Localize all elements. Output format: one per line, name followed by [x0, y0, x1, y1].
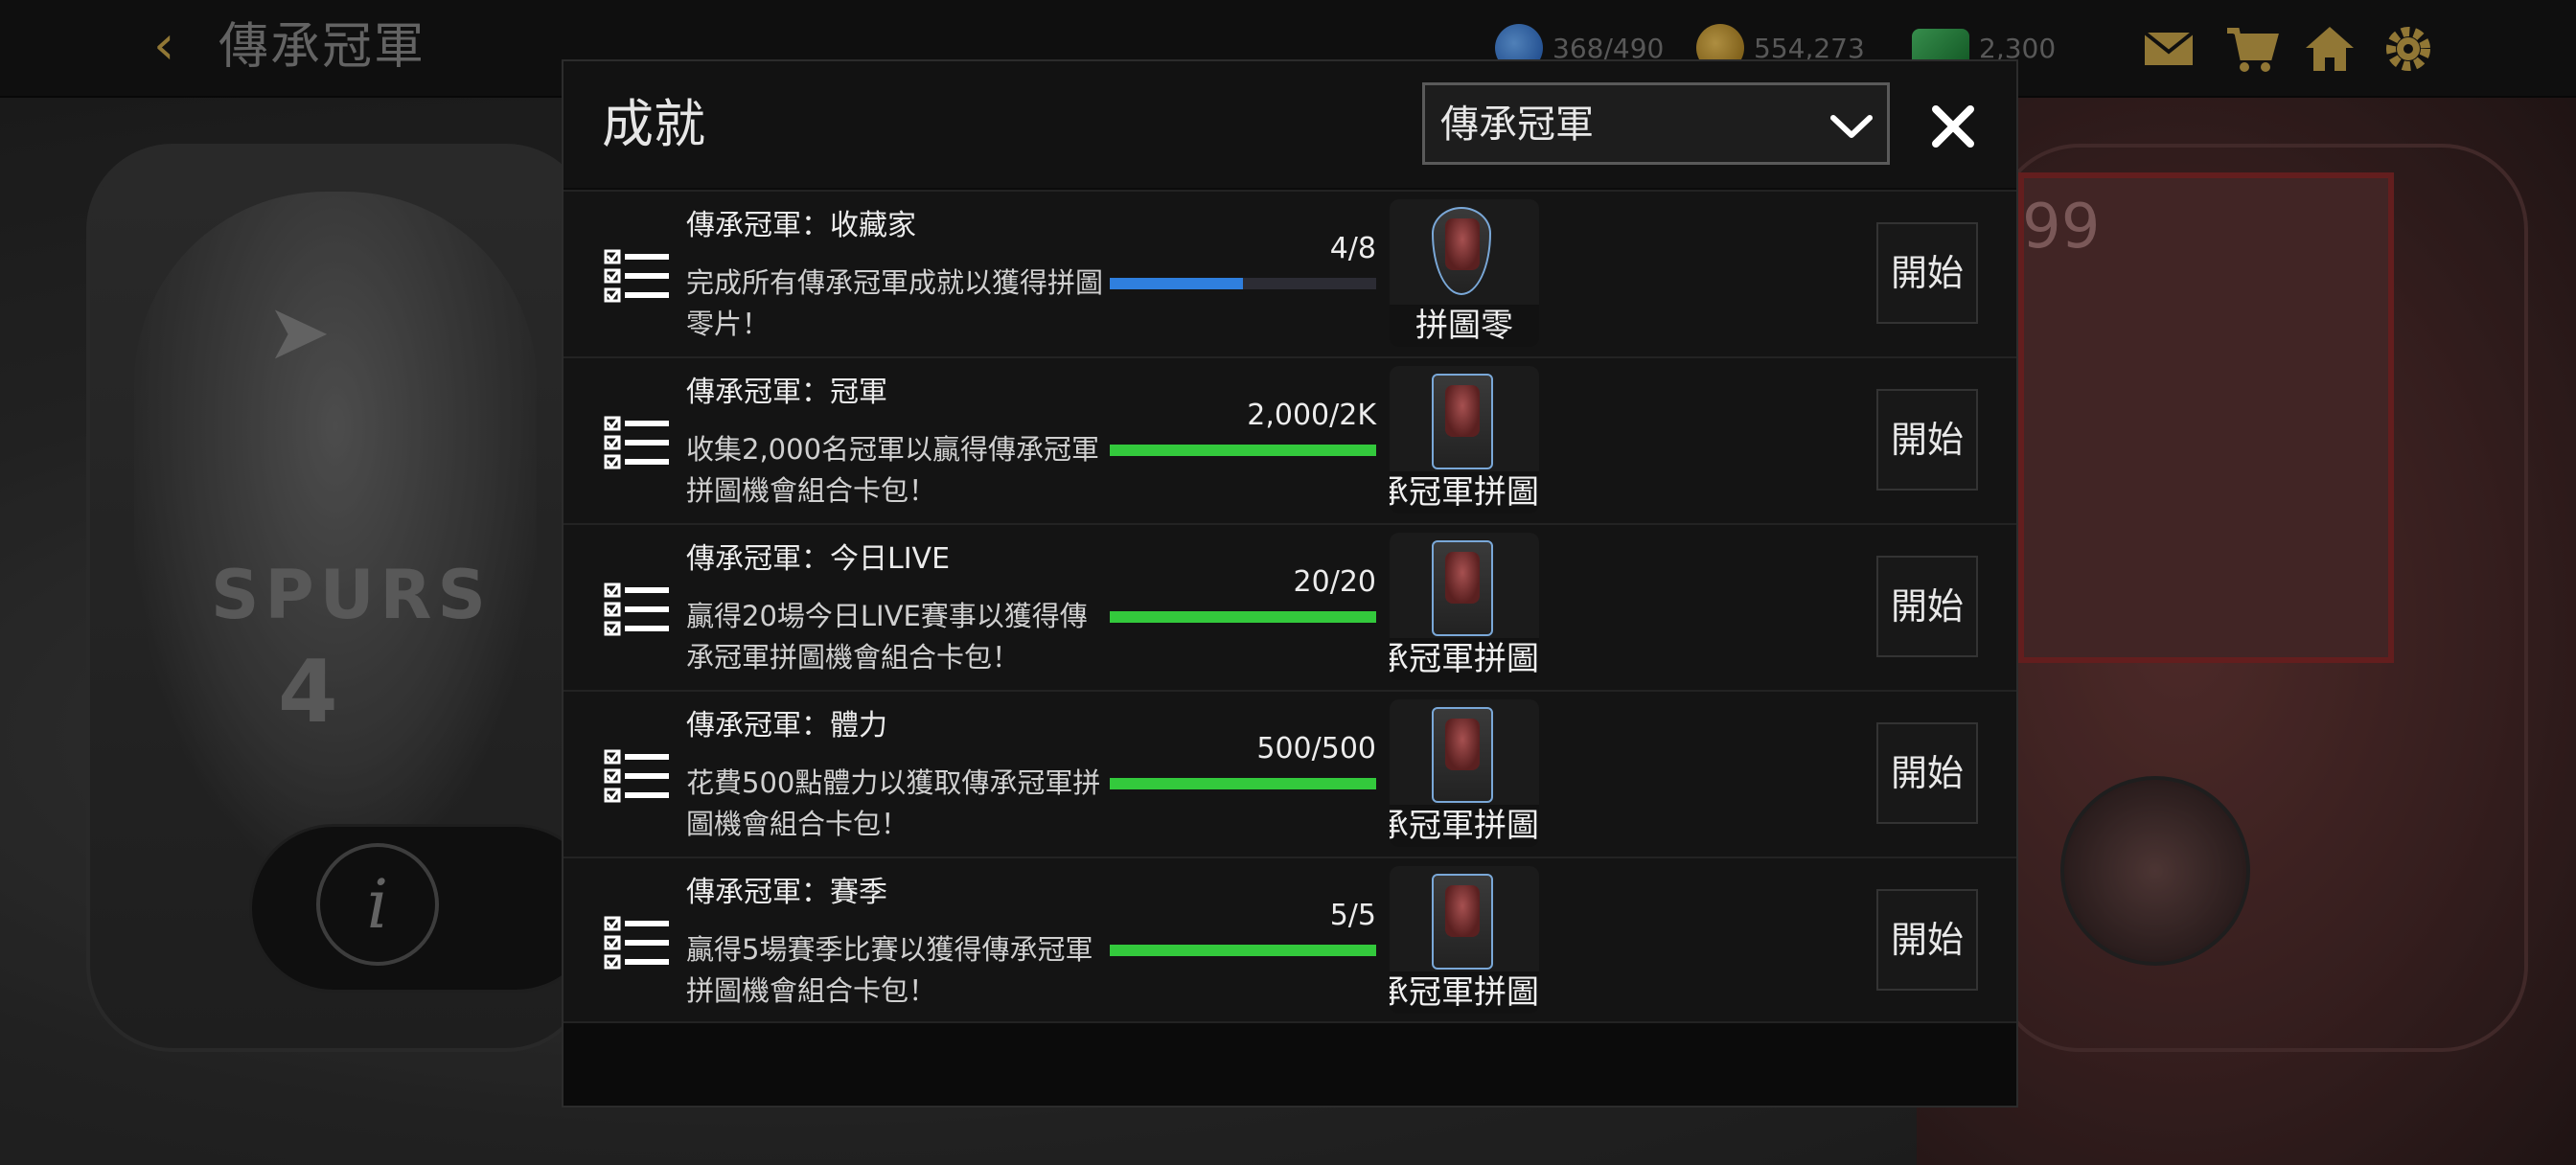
- modal-footer: [564, 1021, 2016, 1106]
- achievement-row: 傳承冠軍：冠軍 收集2,000名冠軍以贏得傳承冠軍拼圖機會組合卡包！ 2,000…: [564, 356, 2016, 523]
- achievement-title: 傳承冠軍：收藏家: [686, 209, 916, 242]
- achievement-description: 花費500點體力以獲取傳承冠軍拼圖機會組合卡包！: [686, 766, 1101, 840]
- progress-bar-fill: [1110, 945, 1376, 956]
- reward-label: 承冠軍拼圖: [1390, 638, 1539, 680]
- category-dropdown[interactable]: 傳承冠軍: [1422, 82, 1890, 165]
- progress-count: 4/8: [1329, 232, 1376, 265]
- progress-bar: [1110, 778, 1376, 789]
- achievements-modal: 成就 傳承冠軍 傳承冠軍：收藏家 完成所有傳承冠軍成就以獲得拼圖零片！ 4/8: [562, 59, 2018, 1108]
- reward-label: 拼圖零: [1390, 305, 1539, 347]
- puzzle-piece-icon: [1432, 207, 1491, 295]
- achievement-title: 傳承冠軍：冠軍: [686, 376, 887, 409]
- achievement-title: 傳承冠軍：體力: [686, 709, 887, 742]
- progress-bar: [1110, 278, 1376, 289]
- progress-bar: [1110, 445, 1376, 456]
- achievement-description: 贏得20場今日LIVE賽事以獲得傳承冠軍拼圖機會組合卡包！: [686, 600, 1088, 674]
- reward-item[interactable]: 承冠軍拼圖: [1390, 699, 1539, 847]
- reward-item[interactable]: 承冠軍拼圖: [1390, 366, 1539, 514]
- achievement-row: 傳承冠軍：賽季 贏得5場賽季比賽以獲得傳承冠軍拼圖機會組合卡包！ 5/5 承冠軍…: [564, 857, 2016, 1023]
- start-button[interactable]: 開始: [1876, 389, 1978, 491]
- reward-item[interactable]: 承冠軍拼圖: [1390, 533, 1539, 680]
- progress-bar-fill: [1110, 278, 1243, 289]
- start-button[interactable]: 開始: [1876, 222, 1978, 324]
- card-pack-icon: [1432, 707, 1493, 803]
- progress-count: 2,000/2K: [1247, 399, 1376, 432]
- checklist-icon: [604, 249, 669, 303]
- reward-item[interactable]: 拼圖零: [1390, 199, 1539, 347]
- progress-bar: [1110, 611, 1376, 623]
- chevron-down-icon: [1830, 115, 1873, 138]
- checklist-icon: [604, 749, 669, 803]
- checklist-icon: [604, 916, 669, 970]
- reward-label: 承冠軍拼圖: [1390, 471, 1539, 514]
- achievement-row: 傳承冠軍：體力 花費500點體力以獲取傳承冠軍拼圖機會組合卡包！ 500/500…: [564, 690, 2016, 857]
- progress-bar-fill: [1110, 778, 1376, 789]
- checklist-icon: [604, 582, 669, 636]
- start-button[interactable]: 開始: [1876, 556, 1978, 657]
- progress-bar-fill: [1110, 445, 1376, 456]
- card-pack-icon: [1432, 540, 1493, 636]
- card-pack-icon: [1432, 374, 1493, 469]
- modal-header: 成就 傳承冠軍: [564, 61, 2016, 188]
- achievement-row: 傳承冠軍：收藏家 完成所有傳承冠軍成就以獲得拼圖零片！ 4/8 拼圖零 開始: [564, 190, 2016, 356]
- progress-count: 20/20: [1293, 565, 1376, 599]
- achievement-description: 完成所有傳承冠軍成就以獲得拼圖零片！: [686, 266, 1104, 340]
- checklist-icon: [604, 416, 669, 469]
- reward-label: 承冠軍拼圖: [1390, 971, 1539, 1014]
- dropdown-value: 傳承冠軍: [1440, 103, 1594, 147]
- progress-bar: [1110, 945, 1376, 956]
- achievement-title: 傳承冠軍：賽季: [686, 876, 887, 909]
- achievement-description: 贏得5場賽季比賽以獲得傳承冠軍拼圖機會組合卡包！: [686, 933, 1093, 1007]
- card-pack-icon: [1432, 874, 1493, 970]
- progress-bar-fill: [1110, 611, 1376, 623]
- achievement-description: 收集2,000名冠軍以贏得傳承冠軍拼圖機會組合卡包！: [686, 433, 1100, 507]
- progress-count: 5/5: [1329, 899, 1376, 932]
- modal-title: 成就: [602, 94, 705, 154]
- achievement-row: 傳承冠軍：今日LIVE 贏得20場今日LIVE賽事以獲得傳承冠軍拼圖機會組合卡包…: [564, 523, 2016, 690]
- close-icon[interactable]: [1924, 98, 1982, 155]
- start-button[interactable]: 開始: [1876, 889, 1978, 991]
- start-button[interactable]: 開始: [1876, 722, 1978, 824]
- reward-label: 承冠軍拼圖: [1390, 805, 1539, 847]
- achievement-title: 傳承冠軍：今日LIVE: [686, 542, 951, 576]
- progress-count: 500/500: [1256, 732, 1376, 765]
- reward-item[interactable]: 承冠軍拼圖: [1390, 866, 1539, 1014]
